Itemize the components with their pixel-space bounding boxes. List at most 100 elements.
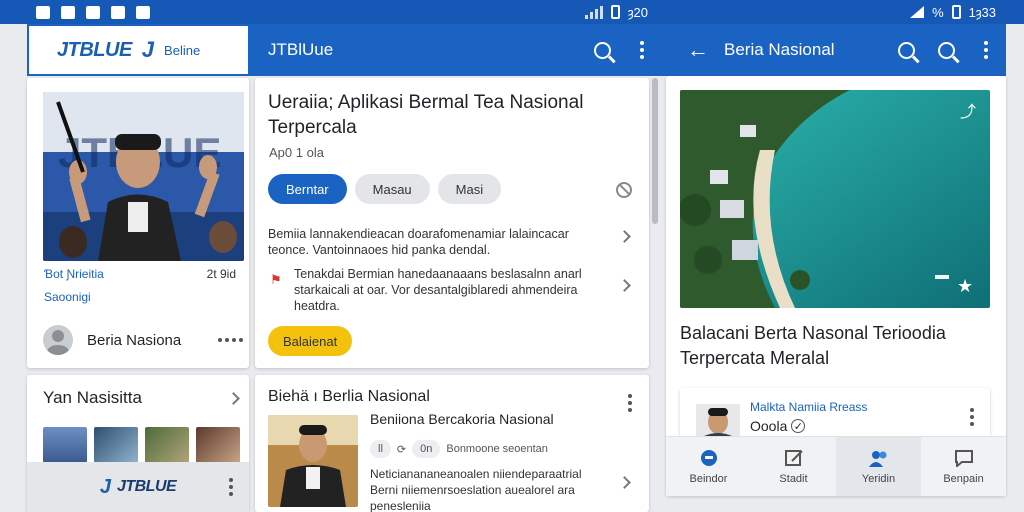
article-meta: Ap0 1 ola xyxy=(269,145,324,160)
paragraph-2: Tenakdai Bermian hanedaanaaans beslasaln… xyxy=(294,267,582,313)
brand-mark-icon: J xyxy=(141,37,155,62)
source-label[interactable]: Malkta Namiia Rreass xyxy=(750,400,867,414)
news-heading: Biehä ı Berlia Nasional xyxy=(268,388,430,405)
search-button[interactable] xyxy=(886,30,926,70)
thumbnail[interactable] xyxy=(94,427,138,463)
news-image[interactable] xyxy=(268,415,358,507)
meta-pill: Ɩl xyxy=(370,440,391,458)
chip-masau[interactable]: Masau xyxy=(354,174,430,204)
detail-title: Balacani Berta Nasonal Terioodia Terperc… xyxy=(680,323,946,368)
article-title[interactable]: Ueraiia; Aplikasi Bermal Tea Nasional Te… xyxy=(268,90,638,140)
paragraph-1: Bemiia lannakendieacan doarafomenamiar l… xyxy=(268,227,569,257)
verified-icon: ✓ xyxy=(791,419,806,433)
chip-berntar[interactable]: Berntar xyxy=(268,174,347,204)
brand-bar: JTBLUE J Beline xyxy=(27,24,250,76)
cta-button[interactable]: Balaienat xyxy=(268,326,353,356)
news-body: Neticianananeanoalen niiendeparaatrial B… xyxy=(370,467,582,512)
search-icon xyxy=(593,41,611,59)
author-row: Beria Nasiona xyxy=(43,325,243,355)
nav-label: Benpain xyxy=(943,472,984,485)
nav-label: Beindor xyxy=(689,472,728,485)
block-icon[interactable] xyxy=(616,182,632,198)
news-subtitle[interactable]: Beniiona Bercakoria Nasional xyxy=(370,411,554,427)
flag-icon: ⚑ xyxy=(270,272,282,287)
author-name[interactable]: Beria Nasiona xyxy=(87,332,204,349)
bottom-nav: Beindor Stadit Yeridin Benpain xyxy=(666,436,1006,496)
scrollbar[interactable] xyxy=(652,78,658,224)
thumbnail[interactable] xyxy=(43,427,87,463)
thumbnail-row xyxy=(43,427,240,463)
signal-icon xyxy=(584,5,603,19)
battery-icon xyxy=(610,5,620,19)
hero-image[interactable]: JTBLUE xyxy=(43,92,244,261)
nav-label: Stadit xyxy=(779,472,808,485)
edit-icon xyxy=(784,449,803,466)
more-menu-button[interactable] xyxy=(966,30,1006,70)
brand-subtitle: Beline xyxy=(164,42,201,58)
chip-group: Berntar Masau Masi xyxy=(268,174,502,204)
chip-masi[interactable]: Masi xyxy=(437,174,502,204)
news-meta: Ɩl ⟳ 0n Bonmoone seoentan xyxy=(370,440,548,458)
thumbnail[interactable] xyxy=(145,427,189,463)
more-vert-icon[interactable] xyxy=(628,394,632,412)
people-icon xyxy=(868,450,886,467)
chat-icon xyxy=(700,449,717,466)
hero-meta: Ɓot Ɲrieitia 2t 9id xyxy=(44,267,236,281)
avatar[interactable] xyxy=(43,325,73,355)
nav-item-beindor[interactable]: Beindor xyxy=(666,437,751,496)
search-icon xyxy=(937,41,955,59)
hero-time: 2t 9id xyxy=(206,267,236,281)
mail-icon xyxy=(136,5,150,19)
thumbnail[interactable] xyxy=(196,427,240,463)
share-icon[interactable]: ⤴ xyxy=(960,98,976,122)
download-icon xyxy=(111,5,125,19)
search-icon xyxy=(897,41,915,59)
more-menu-button[interactable] xyxy=(622,30,662,70)
status-bar-right: % 1ȝ33 xyxy=(662,0,1024,24)
status-bar-left xyxy=(0,0,250,24)
hero-subtag[interactable]: Saoonigi xyxy=(44,290,91,304)
status-bar-mid: ȝ20 xyxy=(250,0,662,24)
news-meta-text: Bonmoone seoentan xyxy=(446,443,548,455)
section-title: Yan Nasisitta xyxy=(43,388,142,407)
brand-mark-icon: J xyxy=(99,475,111,498)
more-vert-icon[interactable] xyxy=(229,478,233,496)
bottom-brand: JTBLUE xyxy=(116,478,177,495)
search-button-2[interactable] xyxy=(926,30,966,70)
brand-logo: JTBLUE xyxy=(57,38,132,61)
favorite-icon[interactable]: ★ xyxy=(957,276,973,297)
hero-photo[interactable] xyxy=(680,90,990,308)
nav-item-yeridin[interactable]: Yeridin xyxy=(836,437,921,496)
nav-item-benpain[interactable]: Benpain xyxy=(921,437,1006,496)
bottom-brand-bar: J JTBLUE xyxy=(27,462,249,512)
app-bar-middle: JTBlUue xyxy=(250,24,662,76)
more-vert-icon[interactable] xyxy=(970,408,974,426)
wifi-icon xyxy=(910,6,925,18)
chevron-right-icon xyxy=(227,391,240,405)
status-time: 1ȝ33 xyxy=(968,4,996,20)
hero-tag[interactable]: Ɓot Ɲrieitia xyxy=(44,267,104,281)
section-header[interactable]: Yan Nasisitta xyxy=(43,388,240,408)
meta-pill: 0n xyxy=(412,440,441,458)
more-vert-icon xyxy=(640,41,644,59)
more-vert-icon xyxy=(984,41,988,59)
screen-title: Beria Nasional xyxy=(724,40,835,59)
source-name: Ooola ✓ xyxy=(750,418,806,434)
share-icon[interactable]: ⟳ xyxy=(397,443,406,456)
notification-icon xyxy=(36,5,50,19)
app-bar-right: ← Beria Nasional xyxy=(662,24,1006,76)
source-name-text: Ooola xyxy=(750,418,788,434)
image-icon xyxy=(61,5,75,19)
more-horiz-icon[interactable] xyxy=(218,338,243,342)
back-button[interactable]: ← xyxy=(678,30,718,70)
status-time: ȝ20 xyxy=(627,4,648,20)
nav-item-stadit[interactable]: Stadit xyxy=(751,437,836,496)
message-icon xyxy=(954,449,973,467)
status-percent: % xyxy=(932,4,944,20)
arrow-left-icon: ← xyxy=(687,37,709,62)
file-icon xyxy=(86,5,100,19)
battery-icon xyxy=(951,5,961,19)
search-button[interactable] xyxy=(582,30,622,70)
app-title: JTBlUue xyxy=(268,40,334,59)
nav-label: Yeridin xyxy=(861,472,896,485)
